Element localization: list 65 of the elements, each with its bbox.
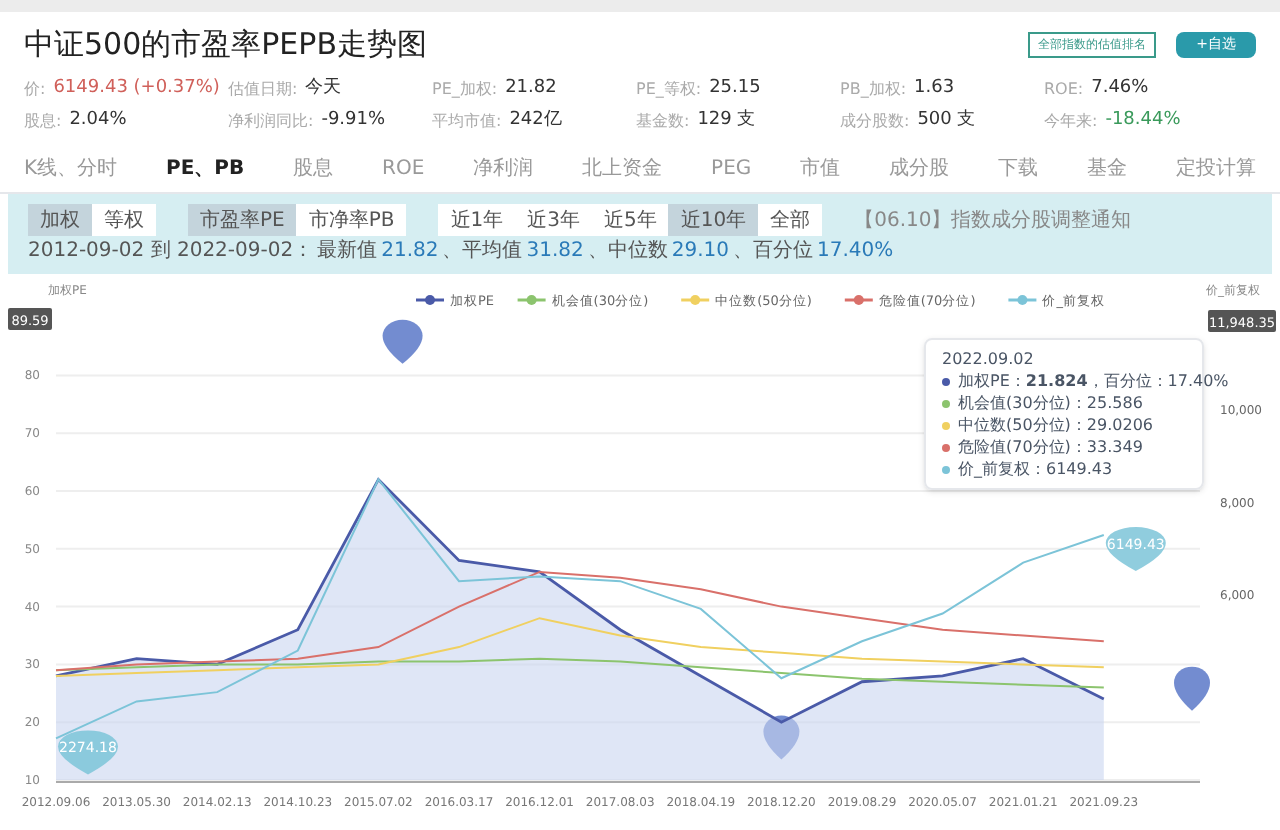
summary-value: 17.40% <box>817 238 894 266</box>
stat-label: 价: <box>24 78 46 102</box>
stat-label: 净利润同比: <box>228 110 314 134</box>
nav-tab[interactable]: 北上资金 <box>582 154 663 184</box>
nav-tab[interactable]: 基金 <box>1086 154 1127 184</box>
tooltip-row: 机会值(30分位)：25.586 <box>958 392 1143 414</box>
summary-label: 、中位数 <box>587 238 668 266</box>
summary-label: 、百分位 <box>733 238 814 266</box>
nav-tab[interactable]: 净利润 <box>473 154 534 184</box>
nav-tab[interactable]: ROE <box>382 154 425 184</box>
summary-value: 31.82 <box>526 238 584 266</box>
map-pin-marker <box>382 319 423 364</box>
notice-link[interactable]: 【06.10】指数成分股调整通知 <box>854 205 1132 235</box>
tooltip-row: 加权PE：21.824，百分位：17.40% <box>958 370 1229 392</box>
nav-tab[interactable]: 市值 <box>800 154 841 184</box>
map-pin-marker <box>763 715 800 760</box>
nav-tab[interactable]: PEG <box>711 154 752 184</box>
stat-label: PE_等权: <box>636 78 702 102</box>
stat-value: 242亿 <box>509 108 562 134</box>
toggle-button[interactable]: 近5年 <box>592 204 669 236</box>
toggle-button[interactable]: 市盈率PE <box>188 204 297 236</box>
toggle-button[interactable]: 近1年 <box>438 204 516 236</box>
stat-value: 25.15 <box>709 76 761 102</box>
page-title: 中证500的市盈率PEPB走势图 <box>24 23 427 66</box>
nav-tab[interactable]: 定投计算 <box>1175 154 1256 184</box>
stat-value: 129 支 <box>697 108 756 134</box>
stat-value: 21.82 <box>505 76 557 102</box>
stat-value: 500 支 <box>917 108 976 134</box>
toggle-button[interactable]: 市净率PB <box>296 204 407 236</box>
toggle-button[interactable]: 等权 <box>92 204 156 236</box>
stat-label: 平均市值: <box>432 110 502 134</box>
stat-value: 7.46% <box>1091 76 1149 102</box>
stat-value: -9.91% <box>321 108 386 134</box>
stat-value: -18.44% <box>1105 108 1181 134</box>
toggle-button[interactable]: 全部 <box>758 204 823 236</box>
nav-tab[interactable]: K线、分时 <box>24 154 118 184</box>
toggle-button[interactable]: 近10年 <box>668 204 759 236</box>
stat-label: PE_加权: <box>432 78 498 102</box>
toggle-button[interactable]: 近3年 <box>515 204 592 236</box>
stat-label: 估值日期: <box>228 78 298 102</box>
tooltip-date: 2022.09.02 <box>942 348 1036 370</box>
summary-label: 、平均值 <box>442 238 523 266</box>
stat-label: 股息: <box>24 110 62 134</box>
tooltip-row: 价_前复权：6149.43 <box>958 458 1113 480</box>
stat-label: 基金数: <box>636 110 690 134</box>
map-pin-marker <box>1174 666 1210 711</box>
stat-value: 今天 <box>305 76 342 102</box>
nav-tab[interactable]: 股息 <box>293 154 334 184</box>
toggle-button[interactable]: 加权 <box>28 204 92 236</box>
stat-value: 1.63 <box>914 76 955 102</box>
stat-label: 成分股数: <box>840 110 910 134</box>
date-range: 2012-09-02 到 2022-09-02： <box>28 238 314 266</box>
stat-value: 2.04% <box>69 108 127 134</box>
stat-label: 今年来: <box>1044 110 1098 134</box>
summary-value: 29.10 <box>671 238 730 266</box>
tooltip-row: 中位数(50分位)：29.0206 <box>958 414 1154 436</box>
stat-label: ROE: <box>1044 78 1084 102</box>
stat-value: 6149.43 (+0.37%) <box>53 76 220 102</box>
nav-tab[interactable]: 成分股 <box>889 154 950 184</box>
summary-value: 21.82 <box>381 238 439 266</box>
tooltip-row: 危险值(70分位)：33.349 <box>958 436 1143 458</box>
summary-label: 最新值 <box>317 238 378 266</box>
nav-tab[interactable]: 下载 <box>998 154 1039 184</box>
nav-tab[interactable]: PE、PB <box>166 154 245 184</box>
stat-label: PB_加权: <box>840 78 907 102</box>
